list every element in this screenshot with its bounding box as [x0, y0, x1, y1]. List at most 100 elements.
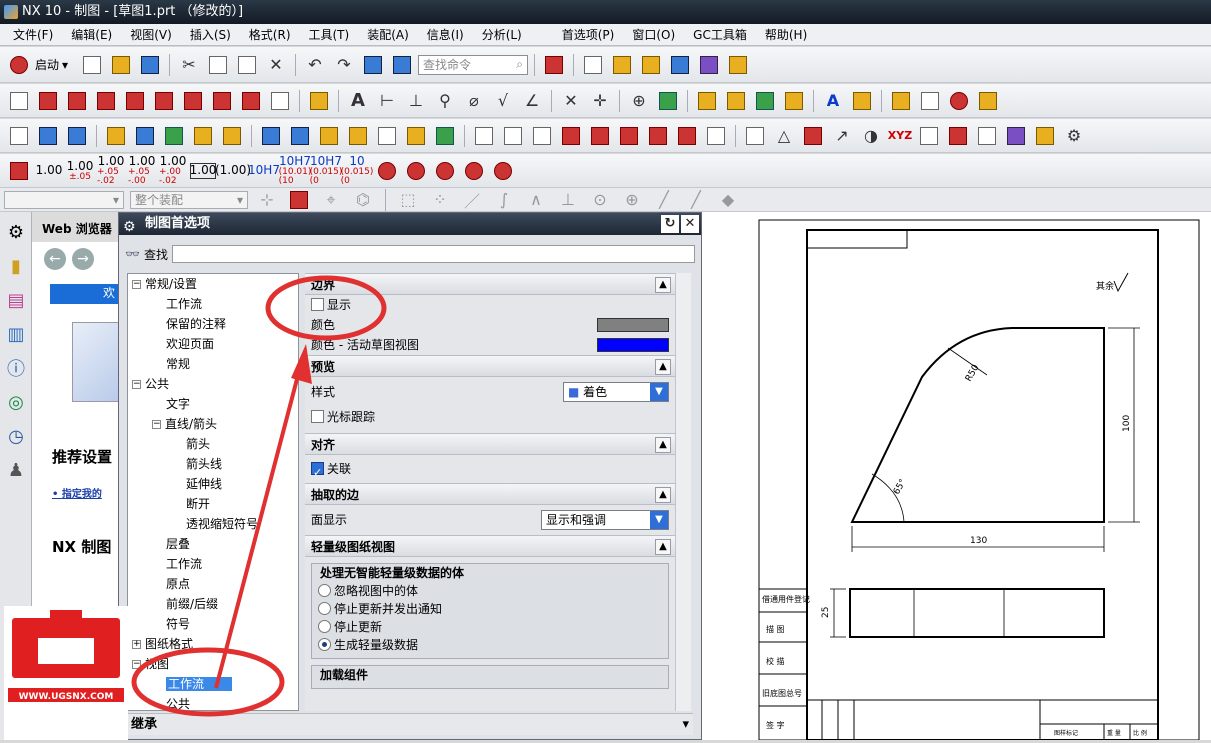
- copy-icon[interactable]: [205, 52, 231, 78]
- tools-icon[interactable]: [609, 52, 635, 78]
- gc-table-icon[interactable]: [800, 123, 826, 149]
- inherit-section[interactable]: 继承 ▾: [127, 713, 693, 735]
- ruler-icon[interactable]: [725, 52, 751, 78]
- parts-list-icon[interactable]: [975, 88, 1001, 114]
- tolerance-style-button[interactable]: 1.00: [190, 162, 216, 179]
- select-tool2-icon[interactable]: ⌬: [350, 187, 376, 213]
- tree-node[interactable]: 箭头: [128, 434, 298, 454]
- no-diameter-icon[interactable]: [461, 158, 487, 184]
- tree-node[interactable]: 文字: [128, 394, 298, 414]
- tree-node[interactable]: 断开: [128, 494, 298, 514]
- tree-node[interactable]: 工作流: [128, 554, 298, 574]
- curve-icon[interactable]: ∫: [491, 187, 517, 213]
- gc-rect-icon[interactable]: [500, 123, 526, 149]
- tree-node[interactable]: 透视缩短符号: [128, 514, 298, 534]
- menu-item[interactable]: 格式(R): [240, 26, 300, 43]
- gc-tag-icon[interactable]: [103, 123, 129, 149]
- tolerance-style-button[interactable]: 10 (0.015) (0: [341, 155, 374, 186]
- open-folder-icon[interactable]: [108, 52, 134, 78]
- gc-triangle-icon[interactable]: △: [771, 123, 797, 149]
- revolved-section-icon[interactable]: [180, 88, 206, 114]
- snap-icon[interactable]: ⊹: [254, 187, 280, 213]
- tabular-note-icon[interactable]: [917, 88, 943, 114]
- delete-icon[interactable]: ✕: [263, 52, 289, 78]
- gc-abc2-icon[interactable]: [403, 123, 429, 149]
- gc-book-icon[interactable]: [316, 123, 342, 149]
- drawing-canvas[interactable]: 其余 R50 65° 130 100 25 借通用件登记 描 图 校 描 旧底图…: [702, 212, 1211, 741]
- tree-node[interactable]: − 直线/箭头: [128, 414, 298, 434]
- render-icon[interactable]: [667, 52, 693, 78]
- associative-row[interactable]: 关联: [305, 455, 675, 487]
- collapse-icon[interactable]: ▲: [655, 487, 671, 503]
- move-icon[interactable]: [752, 88, 778, 114]
- menu-item[interactable]: GC工具箱: [684, 26, 756, 43]
- new-file-icon[interactable]: [79, 52, 105, 78]
- tolerance-style-button[interactable]: 1.00 ±.05: [66, 157, 94, 185]
- r0-icon[interactable]: [374, 158, 400, 184]
- tree-node[interactable]: 工作流: [128, 294, 298, 314]
- grid-icon[interactable]: [696, 52, 722, 78]
- properties-scrollbar[interactable]: [675, 273, 691, 711]
- gc-xyz-icon[interactable]: XYZ: [887, 123, 913, 149]
- menu-item[interactable]: 视图(V): [121, 26, 181, 43]
- section-align[interactable]: 对齐 ▲: [305, 433, 675, 455]
- collapse-icon[interactable]: ▲: [655, 277, 671, 293]
- tree-node[interactable]: 常规: [128, 354, 298, 374]
- half-section-icon[interactable]: [151, 88, 177, 114]
- gc-dim3-icon[interactable]: [674, 123, 700, 149]
- gc-brush-icon[interactable]: [1003, 123, 1029, 149]
- gc-stack2-icon[interactable]: [287, 123, 313, 149]
- center-point-icon[interactable]: ⊕: [619, 187, 645, 213]
- tolerance-style-button[interactable]: 1.00 +.00 -.02: [159, 155, 187, 186]
- cursor-tracking-checkbox[interactable]: [311, 410, 324, 423]
- gc-model-icon[interactable]: [6, 123, 32, 149]
- collapse-icon[interactable]: ▲: [655, 437, 671, 453]
- expand-icon[interactable]: +: [132, 640, 141, 649]
- section-view-icon[interactable]: [122, 88, 148, 114]
- gc-tool2-icon[interactable]: [161, 123, 187, 149]
- border-icon[interactable]: [267, 88, 293, 114]
- tree-node[interactable]: 保留的注释: [128, 314, 298, 334]
- redo-icon[interactable]: ↷: [331, 52, 357, 78]
- target-point-icon[interactable]: ∠: [519, 88, 545, 114]
- stack-icon[interactable]: [694, 88, 720, 114]
- gc-hole-icon[interactable]: [587, 123, 613, 149]
- reuse-library-icon[interactable]: ▥: [2, 320, 30, 348]
- tree-node[interactable]: − 公共: [128, 374, 298, 394]
- close-icon[interactable]: ✕: [681, 215, 699, 233]
- line-icon[interactable]: ／: [459, 187, 485, 213]
- perp-icon[interactable]: ⊥: [555, 187, 581, 213]
- datum-icon[interactable]: ⊥: [403, 88, 429, 114]
- radio-option[interactable]: 停止更新: [312, 618, 668, 636]
- table-icon[interactable]: [888, 88, 914, 114]
- menu-item[interactable]: 分析(L): [473, 26, 531, 43]
- gc-dim1-icon[interactable]: [558, 123, 584, 149]
- gc-frame-icon[interactable]: [258, 123, 284, 149]
- annotation-wizard-icon[interactable]: [781, 88, 807, 114]
- part-navigator-icon[interactable]: ▮: [2, 252, 30, 280]
- scope-dropdown[interactable]: 整个装配 ▾: [130, 190, 248, 209]
- role-icon[interactable]: ♟: [2, 456, 30, 484]
- boundary-show-row[interactable]: 显示: [305, 295, 675, 315]
- tree-node[interactable]: 符号: [128, 614, 298, 634]
- menu-item[interactable]: 窗口(O): [623, 26, 684, 43]
- new-sheet-icon[interactable]: [6, 88, 32, 114]
- r1-icon[interactable]: [403, 158, 429, 184]
- active-color-swatch[interactable]: [597, 338, 669, 352]
- back-icon[interactable]: ←: [44, 248, 66, 270]
- gc-arrow-icon[interactable]: ↗: [829, 123, 855, 149]
- start-button[interactable]: 启动 ▾: [6, 52, 76, 78]
- paste-icon[interactable]: [234, 52, 260, 78]
- select-tool-icon[interactable]: ⌖: [318, 187, 344, 213]
- centerline-icon[interactable]: ✕: [558, 88, 584, 114]
- gc-db-icon[interactable]: [64, 123, 90, 149]
- cross-icon[interactable]: ✛: [587, 88, 613, 114]
- gc-grid-icon[interactable]: [742, 123, 768, 149]
- gc-settings-icon[interactable]: [1032, 123, 1058, 149]
- radio-button[interactable]: [318, 638, 331, 651]
- associative-checkbox[interactable]: [311, 459, 324, 487]
- gc-tool1-icon[interactable]: [132, 123, 158, 149]
- face-display-select[interactable]: 显示和强调 ▼: [541, 510, 669, 530]
- tolerance-style-button[interactable]: 1.00 +.05 -.00: [128, 155, 156, 186]
- gc-abc-icon[interactable]: [219, 123, 245, 149]
